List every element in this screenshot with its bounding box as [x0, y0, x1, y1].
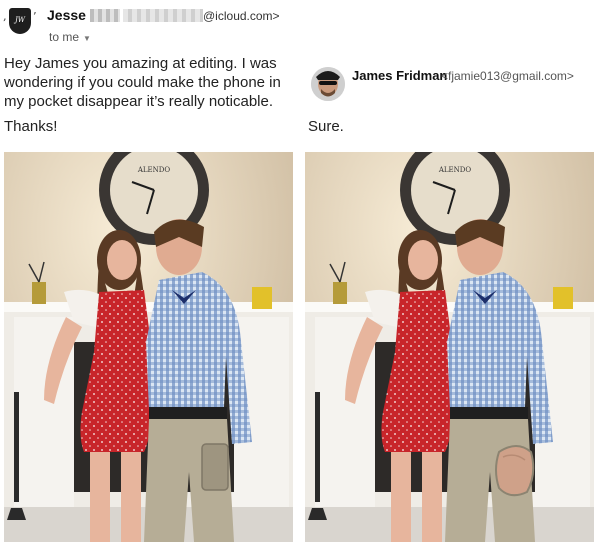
- message-signoff: Thanks!: [4, 118, 58, 135]
- sender-domain: @icloud.com>: [203, 9, 280, 23]
- clock-brand: ALENDO: [438, 166, 472, 174]
- redacted-email-part: [123, 9, 203, 22]
- couple-photo-original: ALENDO: [4, 152, 293, 542]
- reply-body: Sure.: [308, 118, 344, 135]
- reply-sender-email: <fjamie013@gmail.com>: [441, 69, 574, 83]
- photo-edited[interactable]: ALENDO: [305, 152, 594, 542]
- reply-sender-name[interactable]: James Fridman: [352, 68, 447, 83]
- recipient-label: to me: [49, 30, 80, 44]
- reply-email: James Fridman <fjamie013@gmail.com> Sure…: [305, 0, 600, 542]
- left-quote-icon: ‚: [3, 10, 7, 23]
- chevron-down-icon[interactable]: ▼: [83, 34, 91, 43]
- shield-avatar-icon[interactable]: JW: [9, 8, 31, 34]
- recipient-toggle[interactable]: to me ▼: [49, 30, 91, 44]
- avatar-initials: JW: [14, 16, 25, 24]
- clock-brand: ALENDO: [137, 166, 171, 174]
- sender-name[interactable]: Jesse: [47, 7, 86, 23]
- redacted-email-part: [90, 9, 120, 22]
- profile-avatar-icon[interactable]: [311, 67, 345, 101]
- couple-photo-edited: ALENDO: [305, 152, 594, 542]
- message-body: Hey James you amazing at editing. I was …: [4, 55, 281, 110]
- right-quote-icon: ’: [33, 10, 37, 23]
- request-email: ‚ JW ’ Jesse @icloud.com> to me ▼ Hey Jam…: [0, 0, 300, 542]
- photo-original[interactable]: ALENDO: [4, 152, 293, 542]
